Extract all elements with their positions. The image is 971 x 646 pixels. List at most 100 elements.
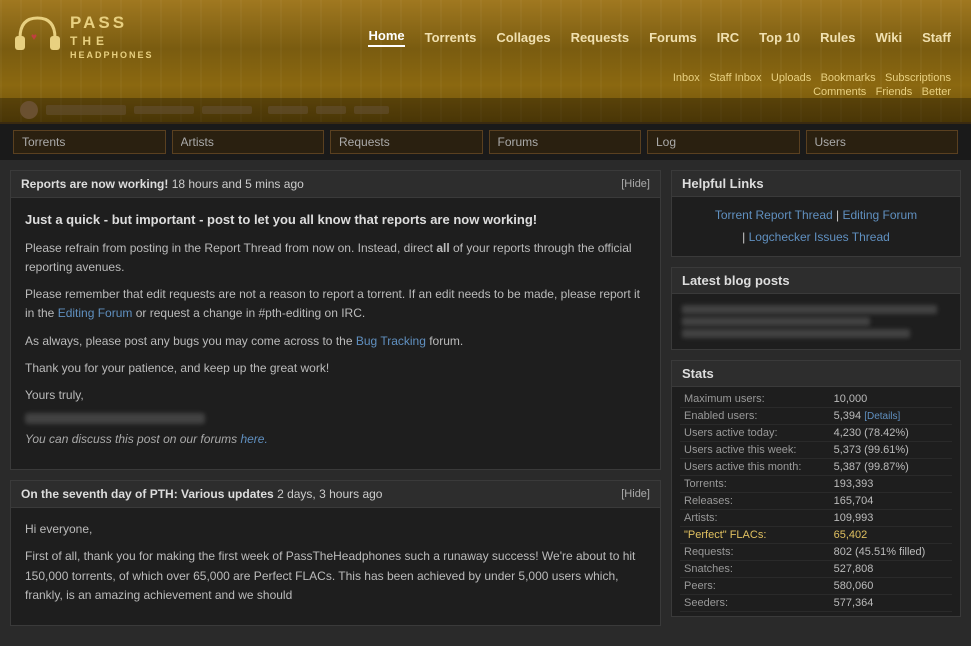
user-link-comments[interactable]: Comments: [813, 86, 866, 98]
news-body-start-2: Hi everyone,: [25, 520, 646, 539]
nav-forums[interactable]: Forums: [649, 30, 697, 45]
stat-max-users-label: Maximum users:: [680, 391, 830, 408]
blog-title: Latest blog posts: [672, 268, 960, 294]
stat-torrents-label: Torrents:: [680, 476, 830, 493]
stat-active-today: Users active today: 4,230 (78.42%): [680, 425, 952, 442]
svg-text:♥: ♥: [31, 32, 37, 43]
user-link-staff-inbox[interactable]: Staff Inbox: [709, 72, 761, 84]
search-forums-input[interactable]: [489, 130, 642, 154]
stat-enabled-users: Enabled users: 5,394 [Details]: [680, 408, 952, 425]
author-line: [25, 413, 205, 424]
editing-forum-sidebar-link[interactable]: Editing Forum: [842, 208, 917, 222]
stat-torrents-value: 193,393: [830, 476, 952, 493]
stat-seeders-value: 577,364: [830, 595, 952, 612]
logo: ♥ PASS THE HEADPHONES: [10, 8, 154, 66]
logo-text-block: PASS THE HEADPHONES: [70, 12, 154, 61]
stat-active-month: Users active this month: 5,387 (99.87%): [680, 459, 952, 476]
news-header-1: Reports are now working! 18 hours and 5 …: [11, 171, 660, 198]
details-link[interactable]: [Details]: [864, 411, 900, 422]
stats-body: Maximum users: 10,000 Enabled users: 5,3…: [672, 387, 960, 616]
helpful-links-body: Torrent Report Thread | Editing Forum | …: [672, 197, 960, 256]
user-links: Inbox Staff Inbox Uploads Bookmarks Subs…: [0, 66, 971, 98]
news-header-text-1: Reports are now working! 18 hours and 5 …: [21, 177, 304, 191]
news-timestamp-1: 18 hours and 5 mins ago: [172, 177, 304, 191]
nav-collages[interactable]: Collages: [496, 30, 550, 45]
stat-peers: Peers: 580,060: [680, 578, 952, 595]
blog-line-1: [682, 305, 937, 314]
bug-tracking-link[interactable]: Bug Tracking: [356, 334, 426, 348]
blog-line-3: [682, 329, 910, 338]
stat-max-users: Maximum users: 10,000: [680, 391, 952, 408]
nav-rules[interactable]: Rules: [820, 30, 855, 45]
search-log: [647, 130, 800, 154]
logo-the: THE: [70, 34, 154, 50]
news-timestamp-2: 2 days, 3 hours ago: [277, 487, 382, 501]
stat-releases: Releases: 165,704: [680, 493, 952, 510]
nav-top10[interactable]: Top 10: [759, 30, 800, 45]
forum-here-link[interactable]: here.: [240, 432, 267, 446]
torrent-report-thread-link[interactable]: Torrent Report Thread: [715, 208, 833, 222]
user-bar-extra2: [316, 106, 346, 114]
news-para-1-4: Thank you for your patience, and keep up…: [25, 359, 646, 378]
nav-wiki[interactable]: Wiki: [876, 30, 903, 45]
user-bar-name: [46, 105, 126, 115]
user-link-subscriptions[interactable]: Subscriptions: [885, 72, 951, 84]
stats-table: Maximum users: 10,000 Enabled users: 5,3…: [680, 391, 952, 612]
stat-artists: Artists: 109,993: [680, 510, 952, 527]
header-top: ♥ PASS THE HEADPHONES Home Torrents Coll…: [0, 0, 971, 66]
nav-home[interactable]: Home: [368, 28, 404, 47]
stat-releases-value: 165,704: [830, 493, 952, 510]
author-blurred: [25, 413, 646, 424]
stat-peers-label: Peers:: [680, 578, 830, 595]
search-requests: [330, 130, 483, 154]
logo-pass: PASS: [70, 12, 154, 34]
nav-requests[interactable]: Requests: [571, 30, 630, 45]
search-bars: [0, 122, 971, 160]
user-link-better[interactable]: Better: [922, 86, 951, 98]
news-para-1-2: Please remember that edit requests are n…: [25, 285, 646, 323]
user-bar-extra3: [354, 106, 389, 114]
search-torrents: [13, 130, 166, 154]
stat-snatches-label: Snatches:: [680, 561, 830, 578]
stat-enabled-users-value: 5,394 [Details]: [830, 408, 952, 425]
stat-snatches-value: 527,808: [830, 561, 952, 578]
search-artists-input[interactable]: [172, 130, 325, 154]
stat-snatches: Snatches: 527,808: [680, 561, 952, 578]
search-requests-input[interactable]: [330, 130, 483, 154]
nav-torrents[interactable]: Torrents: [425, 30, 477, 45]
news-title-1: Reports are now working!: [21, 177, 168, 191]
blog-posts-box: Latest blog posts: [671, 267, 961, 350]
user-link-inbox[interactable]: Inbox: [673, 72, 700, 84]
news-post-1: Reports are now working! 18 hours and 5 …: [10, 170, 661, 470]
nav-irc[interactable]: IRC: [717, 30, 739, 45]
news-para-1-3: As always, please post any bugs you may …: [25, 332, 646, 351]
news-hide-2[interactable]: [Hide]: [621, 488, 650, 500]
news-para-1-5: Yours truly,: [25, 386, 646, 405]
logchecker-link[interactable]: Logchecker Issues Thread: [749, 230, 890, 244]
logo-icon: ♥: [10, 8, 65, 66]
sidebar: Helpful Links Torrent Report Thread | Ed…: [671, 170, 961, 636]
nav-staff[interactable]: Staff: [922, 30, 951, 45]
stat-torrents: Torrents: 193,393: [680, 476, 952, 493]
search-users-input[interactable]: [806, 130, 959, 154]
news-body-para-2: First of all, thank you for making the f…: [25, 547, 646, 605]
search-log-input[interactable]: [647, 130, 800, 154]
news-title-2: On the seventh day of PTH: Various updat…: [21, 487, 274, 501]
user-link-friends[interactable]: Friends: [876, 86, 913, 98]
stat-perfect-flacs: "Perfect" FLACs: 65,402: [680, 527, 952, 544]
content: Reports are now working! 18 hours and 5 …: [0, 160, 971, 646]
stat-requests-value: 802 (45.51% filled): [830, 544, 952, 561]
editing-forum-link[interactable]: Editing Forum: [58, 306, 133, 320]
search-forums: [489, 130, 642, 154]
user-bar-extra1: [268, 106, 308, 114]
helpful-links-title: Helpful Links: [672, 171, 960, 197]
user-link-bookmarks[interactable]: Bookmarks: [821, 72, 876, 84]
stat-active-month-label: Users active this month:: [680, 459, 830, 476]
stat-releases-label: Releases:: [680, 493, 830, 510]
stats-box: Stats Maximum users: 10,000 Enabled user…: [671, 360, 961, 617]
forum-discuss: You can discuss this post on our forums …: [25, 430, 646, 449]
search-torrents-input[interactable]: [13, 130, 166, 154]
news-hide-1[interactable]: [Hide]: [621, 178, 650, 190]
user-link-uploads[interactable]: Uploads: [771, 72, 811, 84]
news-intro-1: Just a quick - but important - post to l…: [25, 210, 646, 231]
